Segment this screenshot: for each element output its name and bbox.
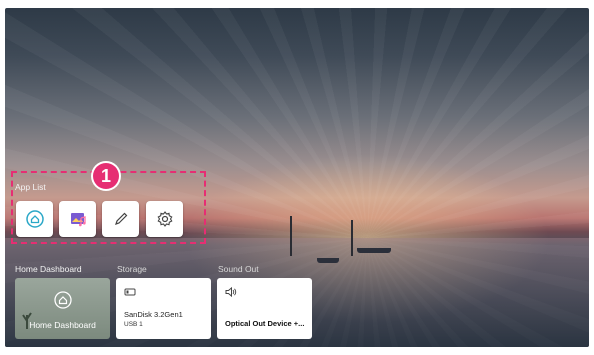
boat <box>317 258 339 263</box>
app-home-dashboard[interactable] <box>16 201 53 237</box>
storage-device-name: SanDisk 3.2Gen1 <box>124 310 183 319</box>
app-edit[interactable] <box>102 201 139 237</box>
speaker-icon <box>225 286 237 298</box>
app-list-label: App List <box>15 182 46 192</box>
app-media[interactable] <box>59 201 96 237</box>
boat <box>357 248 391 253</box>
home-dashboard-icon <box>25 210 44 228</box>
home-dashboard-icon <box>54 291 72 309</box>
settings-gear-icon <box>157 211 172 227</box>
media-icon <box>70 213 86 227</box>
sound-out-section-label: Sound Out <box>218 264 259 274</box>
water-pole <box>351 220 353 256</box>
usb-storage-icon <box>124 288 136 296</box>
storage-card[interactable]: SanDisk 3.2Gen1 USB 1 <box>116 278 211 339</box>
storage-port: USB 1 <box>124 321 143 328</box>
storage-section-label: Storage <box>117 264 147 274</box>
sound-out-device: Optical Out Device +... <box>225 319 305 328</box>
water-pole <box>290 216 292 256</box>
app-settings[interactable] <box>146 201 183 237</box>
home-dashboard-section-label: Home Dashboard <box>15 264 82 274</box>
callout-badge: 1 <box>93 163 119 189</box>
home-dashboard-card[interactable]: Home Dashboard <box>15 278 110 339</box>
edit-pencil-icon <box>114 212 127 225</box>
sound-out-card[interactable]: Optical Out Device +... <box>217 278 312 339</box>
home-dashboard-card-label: Home Dashboard <box>29 320 96 330</box>
